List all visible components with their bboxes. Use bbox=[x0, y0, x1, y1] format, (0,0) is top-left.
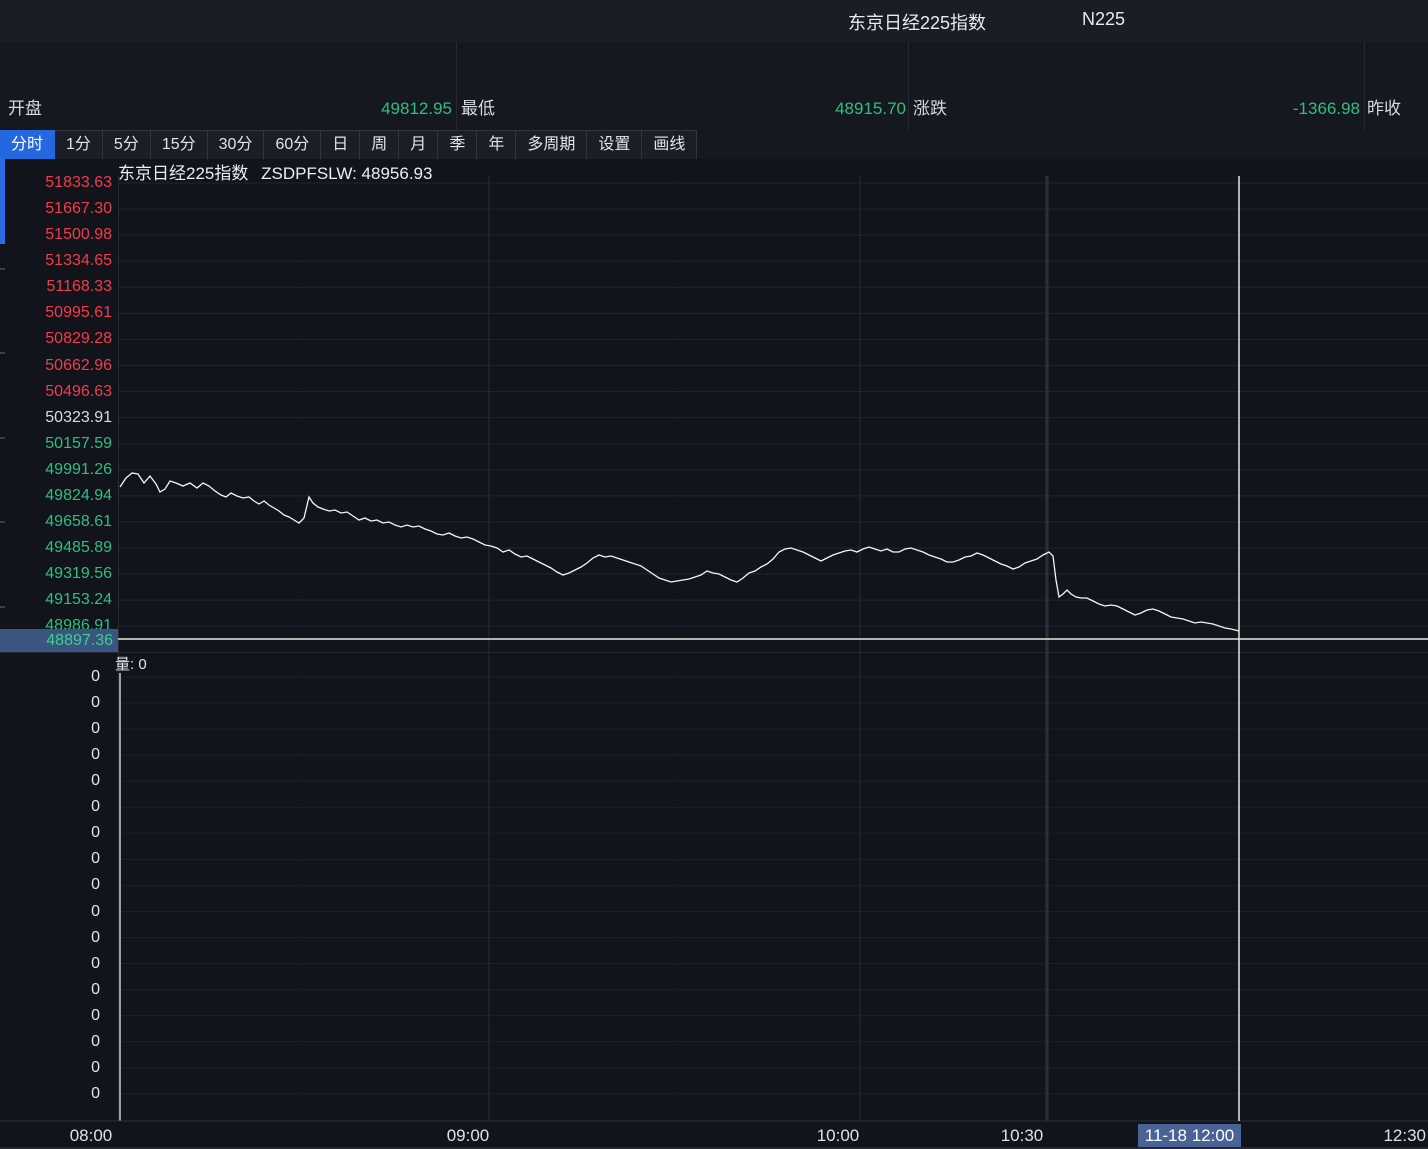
price-axis-label: 50662.96 bbox=[0, 355, 112, 377]
quote-prev-close-label: 昨收 bbox=[1367, 96, 1401, 122]
volume-axis-label: 0 bbox=[0, 692, 100, 714]
time-axis-label: 12:30 bbox=[1356, 1125, 1428, 1147]
price-axis-label: 51168.33 bbox=[0, 276, 112, 298]
volume-axis-label: 0 bbox=[0, 770, 100, 792]
scrollbar-tick bbox=[0, 606, 5, 608]
left-scrollbar-thumb[interactable] bbox=[0, 158, 5, 244]
crosshair-time-tag: 11-18 12:00 bbox=[1138, 1124, 1241, 1147]
instrument-title: 东京日经225指数 bbox=[848, 9, 986, 35]
price-axis-label: 49485.89 bbox=[0, 537, 112, 559]
volume-axis-label: 0 bbox=[0, 1083, 100, 1105]
price-axis-label: 49658.61 bbox=[0, 511, 112, 533]
price-axis-label: 50496.63 bbox=[0, 381, 112, 403]
tab-day[interactable]: 日 bbox=[321, 130, 360, 159]
volume-legend: 量: 0 bbox=[115, 655, 147, 675]
volume-axis-label: 0 bbox=[0, 874, 100, 896]
time-axis-label: 08:00 bbox=[46, 1125, 136, 1147]
price-axis-label: 50829.28 bbox=[0, 328, 112, 350]
tab-settings[interactable]: 设置 bbox=[587, 130, 642, 159]
quote-panel: 开盘49812.95最低48915.70涨跌-1366.98昨收最高49971.… bbox=[0, 42, 1428, 131]
tab-30min[interactable]: 30分 bbox=[208, 130, 265, 159]
instrument-symbol: N225 bbox=[1082, 9, 1125, 30]
volume-axis-label: 0 bbox=[0, 666, 100, 688]
price-volume-plot[interactable] bbox=[0, 159, 1428, 1149]
quote-open-value: 49812.95 bbox=[232, 96, 452, 122]
price-axis-label: 49153.24 bbox=[0, 589, 112, 611]
volume-axis-label: 0 bbox=[0, 1005, 100, 1027]
volume-axis-label: 0 bbox=[0, 901, 100, 923]
tab-timeline[interactable]: 分时 bbox=[0, 130, 55, 159]
tab-60min[interactable]: 60分 bbox=[264, 130, 321, 159]
tab-quarter[interactable]: 季 bbox=[438, 130, 477, 159]
volume-axis-label: 0 bbox=[0, 796, 100, 818]
time-axis-label: 10:30 bbox=[977, 1125, 1067, 1147]
legend-instrument-name: 东京日经225指数 bbox=[118, 164, 248, 183]
chart-area[interactable]: 东京日经225指数 ZSDPFSLW: 48956.93 51833.63 516… bbox=[0, 159, 1428, 1149]
tab-month[interactable]: 月 bbox=[399, 130, 438, 159]
price-axis-label: 51500.98 bbox=[0, 224, 112, 246]
tab-year[interactable]: 年 bbox=[477, 130, 516, 159]
time-axis-label: 10:00 bbox=[793, 1125, 883, 1147]
price-axis-label: 50323.91 bbox=[0, 407, 112, 429]
quote-divider bbox=[456, 42, 457, 130]
quote-low-value: 48915.70 bbox=[686, 96, 906, 122]
price-axis-label: 49319.56 bbox=[0, 563, 112, 585]
tab-multi-period[interactable]: 多周期 bbox=[516, 130, 587, 159]
tab-5min[interactable]: 5分 bbox=[103, 130, 151, 159]
volume-axis-label: 0 bbox=[0, 953, 100, 975]
tab-15min[interactable]: 15分 bbox=[151, 130, 208, 159]
quote-change-label: 涨跌 bbox=[913, 96, 947, 122]
time-axis-label: 09:00 bbox=[423, 1125, 513, 1147]
volume-axis-label: 0 bbox=[0, 848, 100, 870]
quote-change-value: -1366.98 bbox=[1140, 96, 1360, 122]
volume-axis-label: 0 bbox=[0, 718, 100, 740]
price-axis-label: 49991.26 bbox=[0, 459, 112, 481]
tab-1min[interactable]: 1分 bbox=[55, 130, 103, 159]
price-axis-label: 51334.65 bbox=[0, 250, 112, 272]
tab-draw-line[interactable]: 画线 bbox=[642, 130, 697, 159]
crosshair-price-tag: 48897.36 bbox=[0, 629, 118, 652]
volume-axis-label: 0 bbox=[0, 1057, 100, 1079]
price-axis-label: 50995.61 bbox=[0, 302, 112, 324]
chart-legend: 东京日经225指数 ZSDPFSLW: 48956.93 bbox=[118, 163, 432, 185]
scrollbar-tick bbox=[0, 437, 5, 439]
quote-open-label: 开盘 bbox=[8, 96, 42, 122]
price-axis-label: 51833.63 bbox=[0, 172, 112, 194]
volume-axis-label: 0 bbox=[0, 927, 100, 949]
quote-divider bbox=[908, 42, 909, 130]
volume-axis-label: 0 bbox=[0, 822, 100, 844]
price-axis-label: 51667.30 bbox=[0, 198, 112, 220]
scrollbar-tick bbox=[0, 352, 5, 354]
quote-divider bbox=[1364, 42, 1365, 130]
legend-code-value: ZSDPFSLW: 48956.93 bbox=[261, 164, 432, 183]
price-axis-label: 50157.59 bbox=[0, 433, 112, 455]
scrollbar-tick bbox=[0, 521, 5, 523]
title-bar: 东京日经225指数 N225 bbox=[0, 0, 1428, 43]
price-line bbox=[120, 473, 1239, 631]
volume-axis-label: 0 bbox=[0, 979, 100, 1001]
quote-low-label: 最低 bbox=[461, 96, 495, 122]
trading-terminal: 东京日经225指数 N225 开盘 49812.95 最低 48915.70 涨跌 -13… bbox=[0, 0, 1428, 1149]
volume-axis-label: 0 bbox=[0, 1031, 100, 1053]
price-axis-label: 49824.94 bbox=[0, 485, 112, 507]
period-tabs: 分时1分5分15分30分60分日周月季年多周期设置画线 bbox=[0, 130, 1428, 160]
scrollbar-tick bbox=[0, 268, 5, 270]
volume-axis-label: 0 bbox=[0, 744, 100, 766]
tab-week[interactable]: 周 bbox=[360, 130, 399, 159]
